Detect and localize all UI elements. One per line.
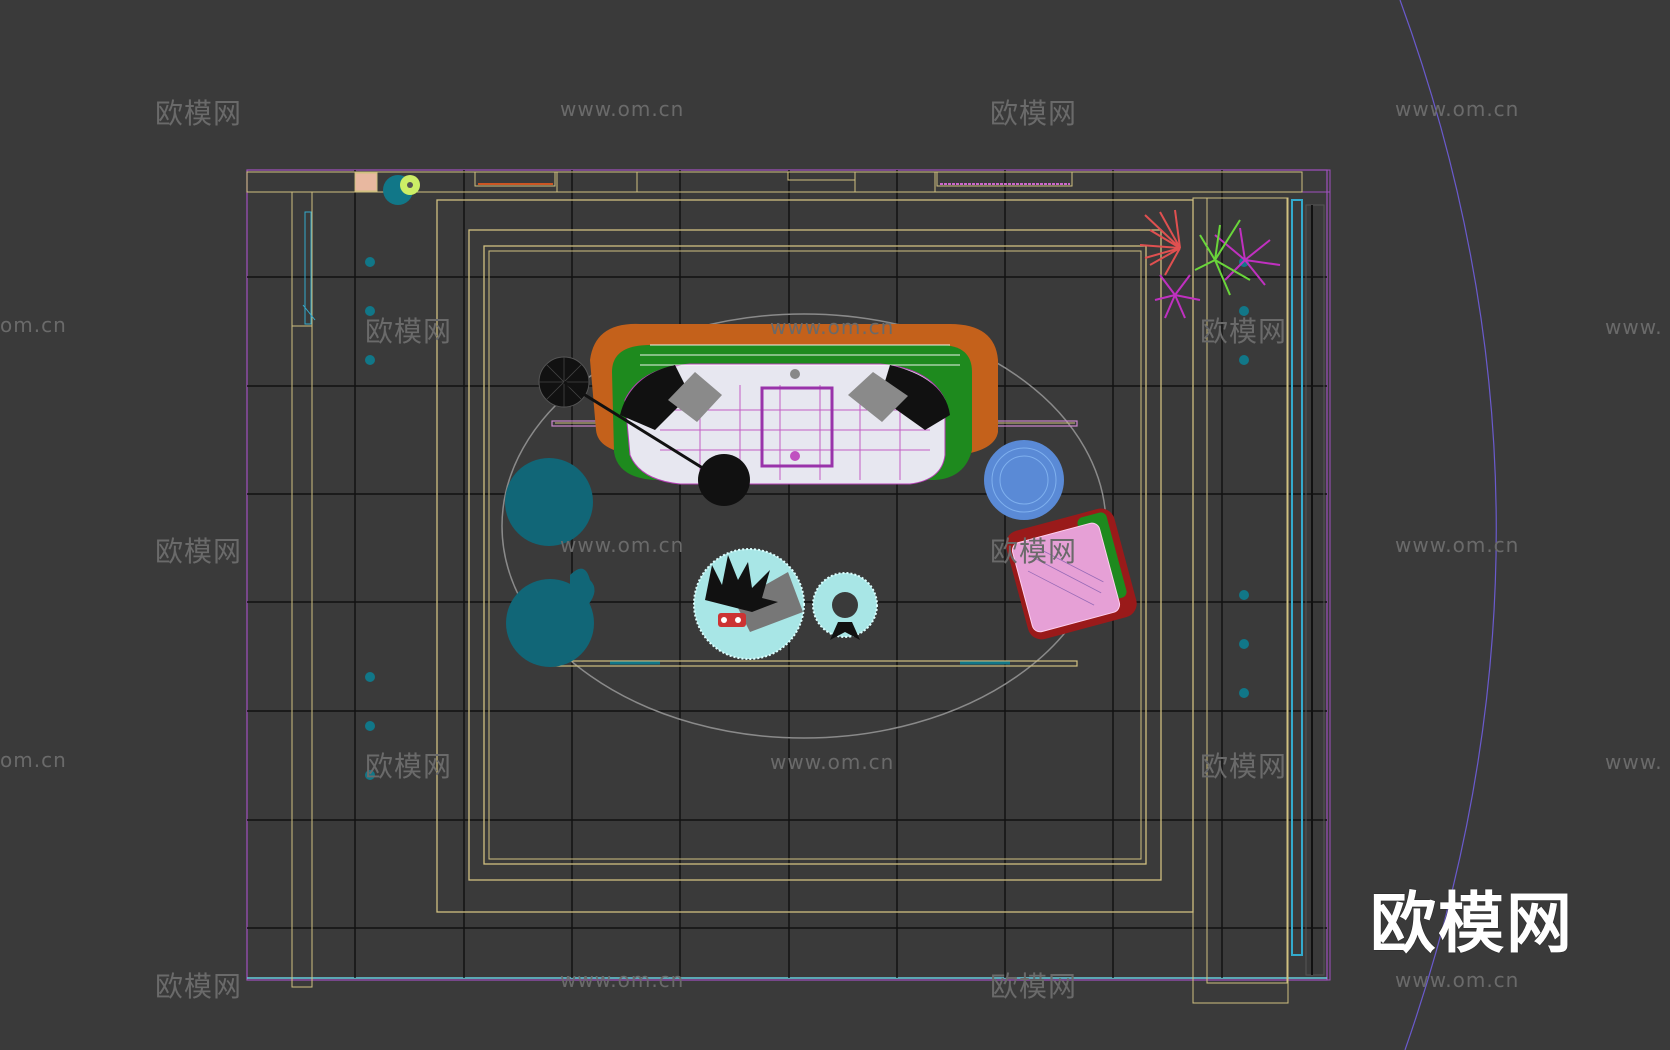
round-stool[interactable] — [984, 440, 1064, 520]
entry-objects — [354, 172, 420, 205]
watermark-brand: 欧模网 — [155, 97, 243, 130]
watermark-url-partial: om.cn — [0, 748, 67, 772]
watermark-url: www.om.cn — [560, 968, 685, 992]
viewport[interactable]: 欧模网 www.om.cn 欧模网 www.om.cn om.cn 欧模网 ww… — [0, 0, 1670, 1050]
plant-pot[interactable] — [506, 568, 595, 667]
watermark-url: www.om.cn — [770, 315, 895, 339]
watermark-brand: 欧模网 — [155, 535, 243, 568]
watermark-url: www.om.cn — [560, 97, 685, 121]
watermark-brand: 欧模网 — [155, 970, 243, 1003]
left-wall-column — [291, 191, 316, 988]
watermark-brand: 欧模网 — [990, 97, 1078, 130]
watermark-brand: 欧模网 — [1200, 750, 1288, 783]
side-table-ring[interactable] — [812, 572, 878, 640]
watermark-url: www.om.cn — [770, 750, 895, 774]
watermark-url-partial: om.cn — [0, 313, 67, 337]
armchair[interactable] — [1003, 505, 1140, 642]
watermark-url: www.om.cn — [1395, 97, 1520, 121]
watermark-url: www.om.cn — [1395, 533, 1520, 557]
watermark-url: www.om.cn — [1395, 968, 1520, 992]
watermark-brand: 欧模网 — [990, 535, 1078, 568]
watermark-brand: 欧模网 — [1200, 315, 1288, 348]
watermark-url: www.om.cn — [560, 533, 685, 557]
watermark-url-partial-right: www. — [1605, 315, 1663, 339]
watermark-url-partial-right: www. — [1605, 750, 1663, 774]
sofa[interactable] — [590, 323, 998, 485]
watermark-brand: 欧模网 — [365, 315, 453, 348]
brand-logo: 欧模网 — [1370, 885, 1574, 962]
watermark-brand: 欧模网 — [990, 970, 1078, 1003]
coffee-table[interactable] — [693, 548, 805, 660]
watermark-brand: 欧模网 — [365, 750, 453, 783]
